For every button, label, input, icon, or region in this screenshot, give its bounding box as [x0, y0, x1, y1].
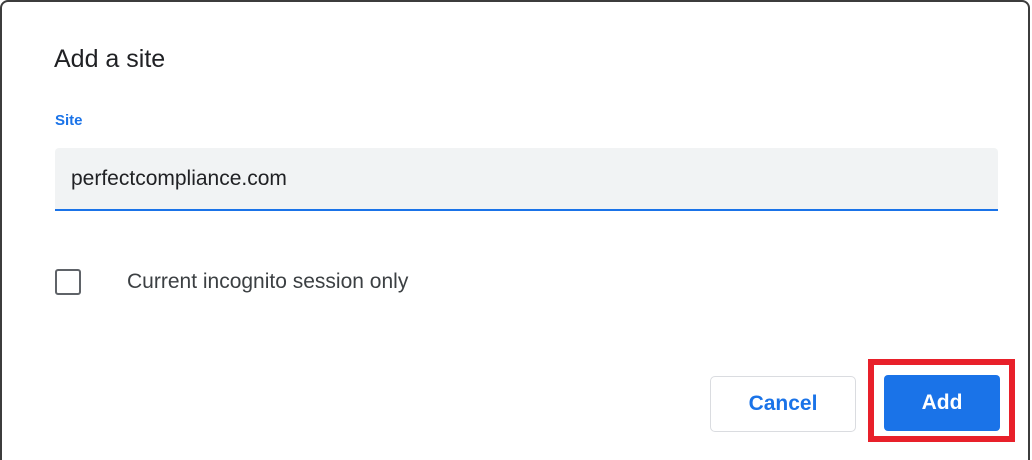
- cancel-button[interactable]: Cancel: [710, 376, 856, 432]
- incognito-session-checkbox[interactable]: [55, 269, 81, 295]
- add-button[interactable]: Add: [884, 375, 1000, 431]
- site-field-label: Site: [55, 112, 83, 129]
- add-site-dialog: Add a site Site Current incognito sessio…: [0, 0, 1030, 460]
- dialog-title: Add a site: [54, 45, 166, 73]
- incognito-session-label[interactable]: Current incognito session only: [127, 270, 408, 294]
- site-input-container[interactable]: [55, 148, 998, 211]
- site-input[interactable]: [71, 148, 971, 209]
